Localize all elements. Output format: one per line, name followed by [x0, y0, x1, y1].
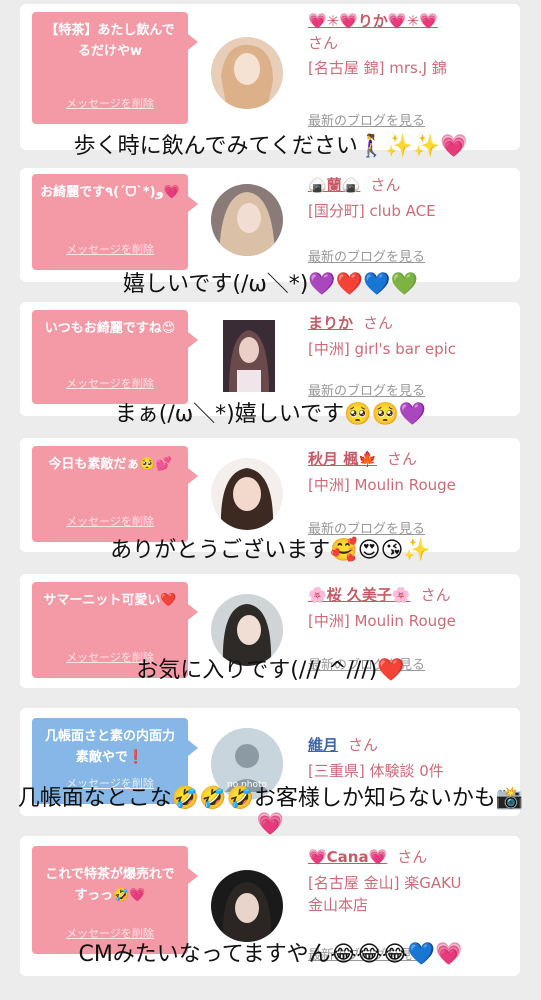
sender-name-link[interactable]: 💗Cana💗 — [308, 848, 387, 866]
delete-message-link[interactable]: メッセージを削除 — [32, 511, 188, 532]
message-card: お綺麗です٩(ˊᗜˋ*)و💗 メッセージを削除 🍙蘭🍙 さん [国分町] club… — [20, 168, 520, 282]
sender-name-link[interactable]: 🍙蘭🍙 — [308, 176, 360, 194]
caption-text: お気に入りです(/// ^///)❤️ — [136, 658, 405, 683]
delete-message-link[interactable]: メッセージを削除 — [32, 923, 188, 944]
message-card: いつもお綺麗ですね😍 メッセージを削除 まりか さん [中洲] girl's ba… — [20, 302, 520, 416]
avatar[interactable] — [211, 37, 283, 109]
delete-message-link[interactable]: メッセージを削除 — [32, 93, 188, 114]
honorific: さん — [397, 848, 428, 866]
honorific: さん — [308, 34, 339, 52]
sender-name-link[interactable]: 💗✳💗りか💗✳💗 — [308, 12, 438, 30]
shop-info: [中洲] Moulin Rouge — [308, 476, 456, 494]
latest-blog-link[interactable]: 最新のブログを見る — [308, 380, 425, 399]
sender-name-link[interactable]: 🌸桜 久美子🌸 — [308, 586, 411, 604]
message-card: 【特茶】あたし飲んでるだけやw メッセージを削除 💗✳💗りか💗✳💗 さん [名古… — [20, 4, 520, 150]
avatar[interactable] — [223, 320, 275, 392]
sender-info: 💗✳💗りか💗✳💗 さん [名古屋 錦] mrs.J 錦 — [308, 10, 518, 79]
shop-info: [国分町] club ACE — [308, 202, 436, 220]
shop-info: [中洲] Moulin Rouge — [308, 612, 456, 630]
message-text: いつもお綺麗ですね😍 — [44, 321, 176, 336]
message-bubble: 【特茶】あたし飲んでるだけやw メッセージを削除 — [32, 12, 198, 124]
sender-info: 💗Cana💗 さん [名古屋 金山] 楽GAKU 金山本店 — [308, 846, 518, 916]
avatar[interactable] — [211, 594, 283, 666]
delete-message-link[interactable]: メッセージを削除 — [32, 373, 188, 394]
avatar[interactable] — [211, 870, 283, 942]
shop-info-line2: 金山本店 — [308, 896, 369, 914]
shop-info: [三重県] 体験談 0件 — [308, 762, 444, 780]
honorific: さん — [386, 450, 417, 468]
message-text: これで特茶が爆売れですっっ🤣💗 — [45, 867, 175, 903]
sender-name-link[interactable]: まりか — [308, 314, 353, 332]
message-bubble: お綺麗です٩(ˊᗜˋ*)و💗 メッセージを削除 — [32, 174, 198, 270]
latest-blog-link[interactable]: 最新のブログを見る — [308, 110, 425, 129]
honorific: さん — [420, 586, 451, 604]
message-text: 今日も素敵だぁ🥺💕 — [48, 457, 172, 472]
message-bubble: 今日も素敵だぁ🥺💕 メッセージを削除 — [32, 446, 198, 542]
message-text: お綺麗です٩(ˊᗜˋ*)و💗 — [40, 185, 180, 200]
message-text: サマーニット可愛い❤️ — [43, 593, 177, 608]
sender-info: 維月 さん [三重県] 体験談 0件 — [308, 734, 518, 782]
message-text: 【特茶】あたし飲んでるだけやw — [45, 23, 175, 59]
honorific: さん — [363, 314, 394, 332]
sender-info: 🍙蘭🍙 さん [国分町] club ACE — [308, 174, 518, 222]
caption-text: ありがとうございます🥰😍😘✨ — [110, 538, 431, 563]
caption-text: 几帳面なとこな🤣🤣🤣お客様しか知らないかも📸💗 — [17, 786, 524, 837]
shop-info: [名古屋 錦] mrs.J 錦 — [308, 59, 447, 77]
message-bubble: いつもお綺麗ですね😍 メッセージを削除 — [32, 310, 198, 404]
sender-name-link[interactable]: 秋月 楓🍁 — [308, 450, 377, 468]
sender-info: 🌸桜 久美子🌸 さん [中洲] Moulin Rouge — [308, 584, 518, 632]
sender-info: まりか さん [中洲] girl's bar epic — [308, 312, 518, 360]
delete-message-link[interactable]: メッセージを削除 — [32, 239, 188, 260]
caption-text: CMみたいなってますやん😂😂😂💙💗 — [78, 942, 463, 967]
message-bubble: これで特茶が爆売れですっっ🤣💗 メッセージを削除 — [32, 846, 198, 954]
caption-text: 歩く時に飲んでみてください🚶‍♀️✨✨💗 — [73, 134, 468, 159]
message-card: 今日も素敵だぁ🥺💕 メッセージを削除 秋月 楓🍁 さん [中洲] Moulin R… — [20, 438, 520, 552]
honorific: さん — [370, 176, 401, 194]
shop-info: [名古屋 金山] 楽GAKU — [308, 874, 462, 892]
shop-info: [中洲] girl's bar epic — [308, 340, 457, 358]
avatar[interactable] — [211, 184, 283, 256]
sender-info: 秋月 楓🍁 さん [中洲] Moulin Rouge — [308, 448, 518, 496]
latest-blog-link[interactable]: 最新のブログを見る — [308, 518, 425, 537]
caption-text: まぁ(/ω＼*)嬉しいです🥺🥺💜 — [114, 402, 427, 427]
latest-blog-link[interactable]: 最新のブログを見る — [308, 246, 425, 265]
message-text: 几帳面さと素の内面力素敵やで❗️ — [44, 729, 175, 765]
sender-name-link[interactable]: 維月 — [308, 736, 338, 754]
caption-text: 嬉しいです(/ω＼*)💜❤️💙💚 — [123, 272, 418, 297]
honorific: さん — [348, 736, 379, 754]
avatar[interactable] — [211, 458, 283, 530]
